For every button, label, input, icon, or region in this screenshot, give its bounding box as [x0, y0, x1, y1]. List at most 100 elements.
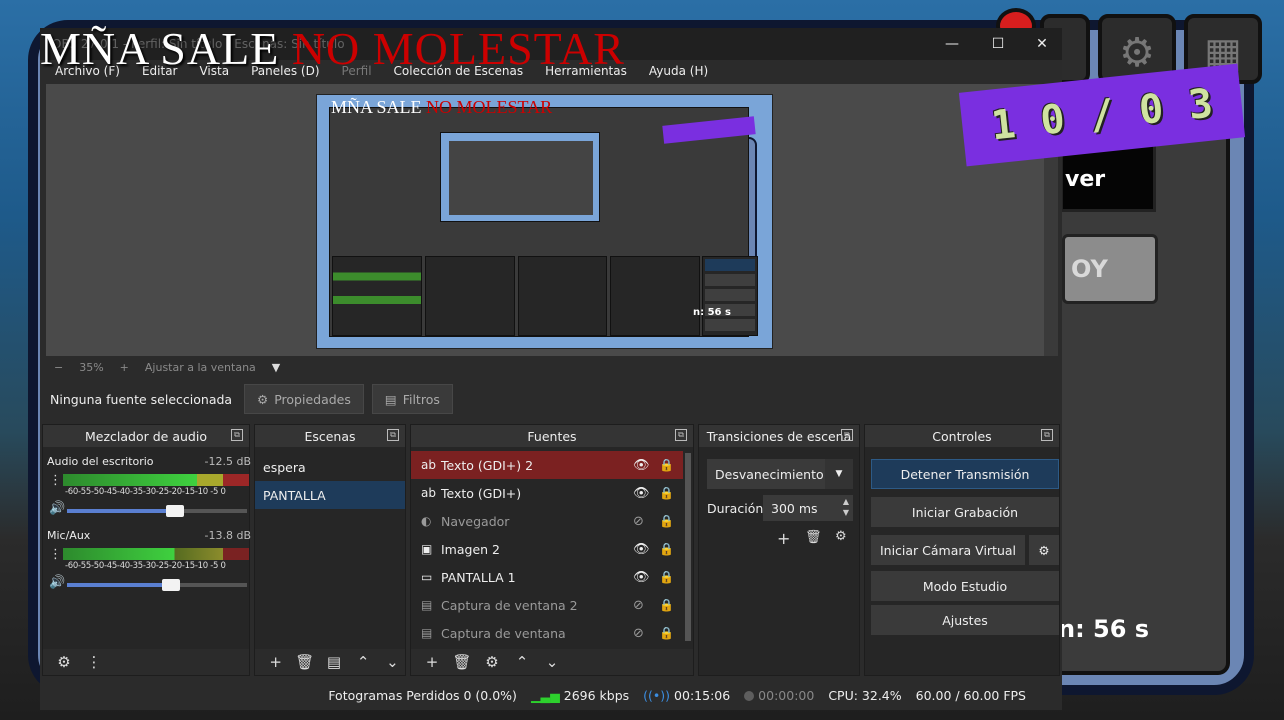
filters-button[interactable]: ▤ Filtros: [371, 384, 453, 414]
eye-hidden-icon[interactable]: ⊘: [633, 598, 644, 613]
eye-icon[interactable]: 👁: [633, 542, 650, 557]
dock-header: Fuentes ⧉: [411, 425, 693, 447]
add-icon[interactable]: +: [419, 653, 445, 671]
scenes-dock: Escenas ⧉ espera PANTALLA + 🗑 ▤ ⌃ ⌄: [254, 424, 406, 676]
scene-item[interactable]: espera: [255, 453, 405, 481]
eye-hidden-icon[interactable]: ⊘: [633, 514, 644, 529]
lock-icon[interactable]: 🔒: [659, 486, 674, 500]
properties-button[interactable]: ⚙ Propiedades: [244, 384, 364, 414]
filter-icon[interactable]: ▤: [321, 653, 346, 671]
window-icon: ▤: [421, 598, 433, 612]
trash-icon[interactable]: 🗑: [292, 653, 317, 671]
game-text-ver: ver: [1065, 167, 1106, 192]
zoom-out-button[interactable]: −: [46, 361, 71, 374]
meter-scale: -60-55-50-45-40-35-30-25-20-15-10 -5 0: [65, 487, 226, 497]
speaker-icon[interactable]: 🔊: [49, 501, 65, 516]
meter-scale: -60-55-50-45-40-35-30-25-20-15-10 -5 0: [65, 561, 226, 571]
text-icon: ab: [421, 458, 436, 472]
studio-mode-button[interactable]: Modo Estudio: [871, 571, 1059, 601]
minimize-button[interactable]: —: [930, 28, 974, 60]
speaker-icon[interactable]: 🔊: [49, 575, 65, 590]
obs-window: OBS 27.0.1 - Perfil: Sin título - Escena…: [40, 28, 1062, 710]
down-arrow-icon[interactable]: ⌄: [380, 653, 405, 671]
undock-icon[interactable]: ⧉: [1041, 429, 1053, 441]
source-toolbar: Ninguna fuente seleccionada ⚙ Propiedade…: [40, 382, 1062, 416]
up-arrow-icon[interactable]: ⌃: [509, 653, 535, 671]
preview-canvas[interactable]: MÑA SALE NO MOLESTAR n: 56 s: [316, 94, 773, 349]
add-icon[interactable]: +: [263, 653, 288, 671]
source-item[interactable]: ▭ PANTALLA 1 👁 🔒: [411, 563, 683, 591]
volume-fader[interactable]: [67, 579, 247, 591]
source-item[interactable]: ▤ Captura de ventana ⊘ 🔒: [411, 619, 683, 647]
chevron-down-icon: ▼: [825, 459, 853, 489]
source-item[interactable]: ▤ Captura de ventana 2 ⊘ 🔒: [411, 591, 683, 619]
sources-footer: + 🗑 ⚙ ⌃ ⌄: [411, 649, 693, 675]
undock-icon[interactable]: ⧉: [841, 429, 853, 441]
source-item[interactable]: ab Texto (GDI+) 2 👁 🔒: [411, 451, 683, 479]
zoom-in-button[interactable]: +: [112, 361, 137, 374]
track-menu-icon[interactable]: ⋮: [49, 473, 62, 488]
down-arrow-icon[interactable]: ⌄: [539, 653, 565, 671]
add-transition-icon[interactable]: +: [777, 529, 790, 548]
spin-arrows-icon[interactable]: ▲ ▼: [843, 496, 849, 518]
gear-icon: ⚙: [257, 391, 269, 407]
trash-icon[interactable]: 🗑: [805, 530, 822, 545]
preview-timer: n: 56 s: [693, 307, 731, 318]
eye-icon[interactable]: 👁: [633, 486, 650, 501]
source-item[interactable]: ab Texto (GDI+) 👁 🔒: [411, 479, 683, 507]
zoom-bar: − 35% + Ajustar a la ventana ▼: [46, 358, 1044, 376]
mixer-menu-icon[interactable]: ⋮: [81, 653, 107, 671]
gear-icon: ⚙: [1119, 30, 1155, 76]
preview-nested-obs: [329, 107, 758, 337]
source-item[interactable]: ◐ Navegador ⊘ 🔒: [411, 507, 683, 535]
window-icon: ▤: [421, 626, 433, 640]
preview-nested-docks: [332, 256, 700, 336]
zoom-dropdown-icon[interactable]: ▼: [264, 361, 288, 374]
lock-icon[interactable]: 🔒: [659, 542, 674, 556]
preview-nested-controls: [702, 256, 758, 336]
trash-icon[interactable]: 🗑: [449, 653, 475, 671]
menu-ayuda[interactable]: Ayuda (H): [638, 64, 719, 78]
scene-item[interactable]: PANTALLA: [255, 481, 405, 509]
zoom-value: 35%: [79, 360, 104, 374]
undock-icon[interactable]: ⧉: [675, 429, 687, 441]
lock-icon[interactable]: 🔒: [659, 458, 674, 472]
game-label-oy: OY: [1062, 234, 1158, 304]
bitrate: ▁▃▅ 2696 kbps: [530, 687, 630, 703]
lock-icon[interactable]: 🔒: [659, 570, 674, 584]
volume-fader[interactable]: [67, 505, 247, 517]
filter-icon: ▤: [384, 391, 397, 407]
sources-scrollbar[interactable]: [685, 453, 691, 641]
dock-header: Mezclador de audio ⧉: [43, 425, 249, 447]
preview-nested-preview: [440, 132, 600, 222]
maximize-button[interactable]: ☐: [976, 28, 1020, 60]
gear-icon: ⚙: [1038, 542, 1050, 558]
start-recording-button[interactable]: Iniciar Grabación: [871, 497, 1059, 527]
advanced-audio-icon[interactable]: ⚙: [51, 653, 77, 671]
eye-icon[interactable]: 👁: [633, 458, 650, 473]
up-arrow-icon[interactable]: ⌃: [351, 653, 376, 671]
audio-mixer-dock: Mezclador de audio ⧉ Audio del escritori…: [42, 424, 251, 676]
fit-window-label[interactable]: Ajustar a la ventana: [137, 361, 264, 374]
duration-label: Duración: [707, 501, 764, 516]
undock-icon[interactable]: ⧉: [231, 429, 243, 441]
track-menu-icon[interactable]: ⋮: [49, 547, 62, 562]
transition-select[interactable]: Desvanecimiento ▼: [707, 459, 853, 489]
lock-icon[interactable]: 🔒: [659, 598, 674, 612]
lock-icon[interactable]: 🔒: [659, 514, 674, 528]
duration-spinbox[interactable]: 300 ms ▲ ▼: [763, 495, 853, 521]
gear-icon[interactable]: ⚙: [835, 529, 847, 544]
start-virtual-cam-button[interactable]: Iniciar Cámara Virtual: [871, 535, 1025, 565]
close-button[interactable]: ✕: [1020, 28, 1064, 60]
game-timer: n: 56 s: [1058, 615, 1150, 643]
source-item[interactable]: ▣ Imagen 2 👁 🔒: [411, 535, 683, 563]
status-bar: Fotogramas Perdidos 0 (0.0%) ▁▃▅ 2696 kb…: [40, 680, 1062, 710]
undock-icon[interactable]: ⧉: [387, 429, 399, 441]
gear-icon[interactable]: ⚙: [479, 653, 505, 671]
lock-icon[interactable]: 🔒: [659, 626, 674, 640]
eye-hidden-icon[interactable]: ⊘: [633, 626, 644, 641]
stop-streaming-button[interactable]: Detener Transmisión: [871, 459, 1059, 489]
settings-button[interactable]: Ajustes: [871, 605, 1059, 635]
eye-icon[interactable]: 👁: [633, 570, 650, 585]
virtual-cam-settings-button[interactable]: ⚙: [1029, 535, 1059, 565]
